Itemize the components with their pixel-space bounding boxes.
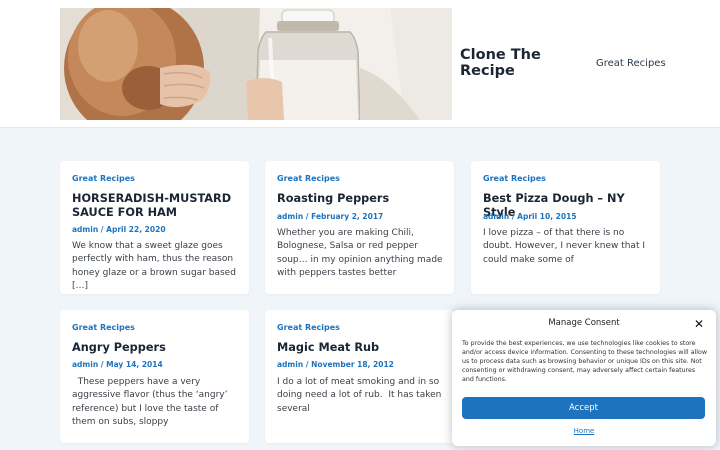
- post-meta: admin / April 22, 2020: [72, 225, 166, 234]
- post-meta: admin / May 14, 2014: [72, 360, 163, 369]
- post-author-link[interactable]: admin: [277, 212, 303, 221]
- cookie-consent-dialog: Manage Consent ✕ To provide the best exp…: [452, 310, 716, 446]
- post-author-link[interactable]: admin: [72, 225, 98, 234]
- header-image[interactable]: [60, 8, 452, 120]
- post-category-link[interactable]: Great Recipes: [72, 174, 135, 183]
- post-card: Great Recipes Magic Meat Rub admin / Nov…: [265, 310, 454, 443]
- close-icon[interactable]: ✕: [694, 317, 704, 331]
- consent-text: To provide the best experiences, we use …: [462, 340, 707, 384]
- post-author-link[interactable]: admin: [483, 212, 509, 221]
- post-category-link[interactable]: Great Recipes: [277, 323, 340, 332]
- post-author-link[interactable]: admin: [277, 360, 303, 369]
- post-date[interactable]: February 2, 2017: [311, 212, 383, 221]
- site-title[interactable]: Clone The Recipe: [460, 47, 570, 79]
- accept-button[interactable]: Accept: [462, 397, 705, 419]
- consent-title: Manage Consent: [548, 318, 620, 328]
- post-excerpt: Whether you are making Chili, Bolognese,…: [277, 228, 443, 278]
- post-card: Great Recipes Angry Peppers admin / May …: [60, 310, 249, 443]
- post-date[interactable]: April 22, 2020: [106, 225, 165, 234]
- post-card: Great Recipes HORSERADISH-MUSTARD SAUCE …: [60, 161, 249, 294]
- post-excerpt: I do a lot of meat smoking and in so doi…: [277, 377, 442, 414]
- post-category-link[interactable]: Great Recipes: [483, 174, 546, 183]
- post-title[interactable]: Roasting Peppers: [277, 192, 447, 206]
- post-excerpt: We know that a sweet glaze goes perfectl…: [72, 241, 236, 291]
- post-meta: admin / November 18, 2012: [277, 360, 394, 369]
- post-date[interactable]: November 18, 2012: [311, 360, 394, 369]
- nav-link-great-recipes[interactable]: Great Recipes: [596, 58, 666, 69]
- post-date[interactable]: April 10, 2015: [517, 212, 576, 221]
- post-date[interactable]: May 14, 2014: [106, 360, 163, 369]
- post-meta: admin / April 10, 2015: [483, 212, 577, 221]
- post-title[interactable]: HORSERADISH-MUSTARD SAUCE FOR HAM: [72, 192, 242, 220]
- post-category-link[interactable]: Great Recipes: [72, 323, 135, 332]
- site-header: Clone The Recipe Great Recipes: [0, 0, 720, 128]
- bread-and-jar-photo: [60, 8, 452, 120]
- post-title[interactable]: Magic Meat Rub: [277, 341, 447, 355]
- post-excerpt: These peppers have a very aggressive fla…: [72, 377, 228, 427]
- post-card: Great Recipes Best Pizza Dough – NY Styl…: [471, 161, 660, 294]
- post-excerpt: I love pizza – of that there is no doubt…: [483, 228, 645, 265]
- post-title[interactable]: Angry Peppers: [72, 341, 242, 355]
- consent-home-link[interactable]: Home: [452, 427, 716, 435]
- post-category-link[interactable]: Great Recipes: [277, 174, 340, 183]
- post-author-link[interactable]: admin: [72, 360, 98, 369]
- post-meta: admin / February 2, 2017: [277, 212, 383, 221]
- post-card: Great Recipes Roasting Peppers admin / F…: [265, 161, 454, 294]
